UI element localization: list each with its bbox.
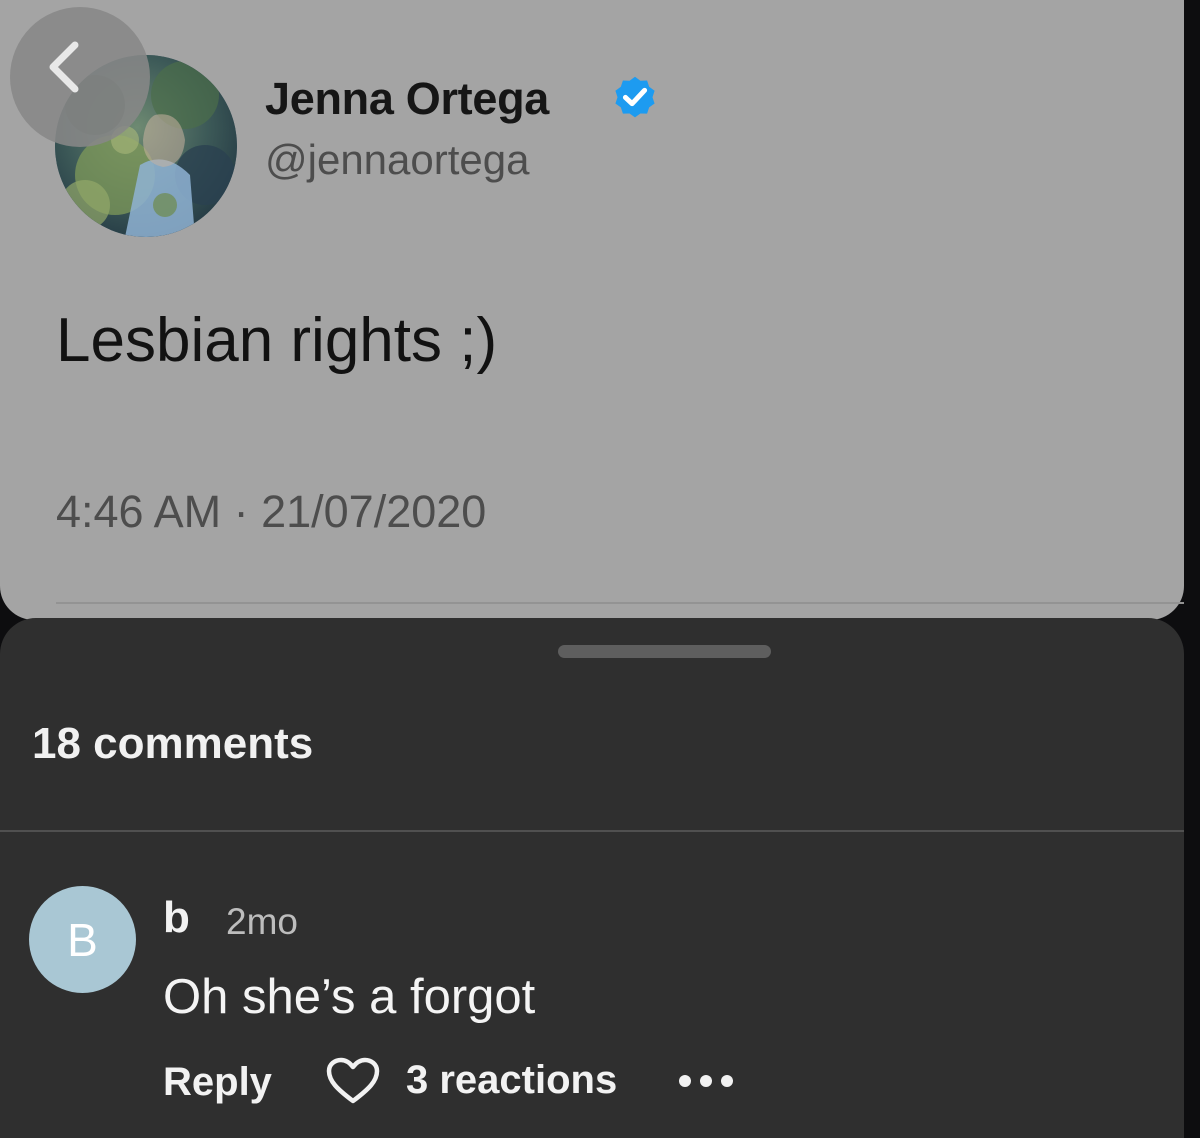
reactions-count[interactable]: 3 reactions bbox=[406, 1060, 617, 1100]
tweet-timestamp[interactable]: 4:46 AM · 21/07/2020 bbox=[56, 489, 486, 534]
comment-author[interactable]: b bbox=[163, 896, 190, 940]
author-handle[interactable]: @jennaortega bbox=[265, 139, 530, 181]
author-name[interactable]: Jenna Ortega bbox=[265, 76, 549, 121]
sheet-divider bbox=[0, 830, 1184, 832]
comments-count: 18 comments bbox=[32, 719, 314, 768]
tweet-card: Jenna Ortega @jennaortega Lesbian rights… bbox=[0, 0, 1184, 620]
comment-avatar[interactable]: B bbox=[29, 886, 136, 993]
comment-age: 2mo bbox=[226, 901, 298, 942]
verified-badge-icon bbox=[615, 76, 655, 118]
comments-sheet: 18 comments B b 2mo Oh she’s a forgot Re… bbox=[0, 618, 1184, 1138]
comment-text: Oh she’s a forgot bbox=[163, 970, 536, 1024]
avatar-letter: B bbox=[67, 913, 98, 966]
tweet-text: Lesbian rights ;) bbox=[56, 306, 498, 375]
heart-icon[interactable] bbox=[325, 1056, 381, 1106]
back-button[interactable] bbox=[10, 7, 150, 147]
more-options-icon[interactable] bbox=[676, 1072, 736, 1090]
sheet-drag-handle[interactable] bbox=[558, 645, 771, 658]
chevron-left-icon bbox=[49, 41, 79, 93]
right-edge-strip bbox=[1184, 0, 1200, 1113]
reply-button[interactable]: Reply bbox=[163, 1062, 272, 1102]
card-divider bbox=[56, 602, 1184, 604]
